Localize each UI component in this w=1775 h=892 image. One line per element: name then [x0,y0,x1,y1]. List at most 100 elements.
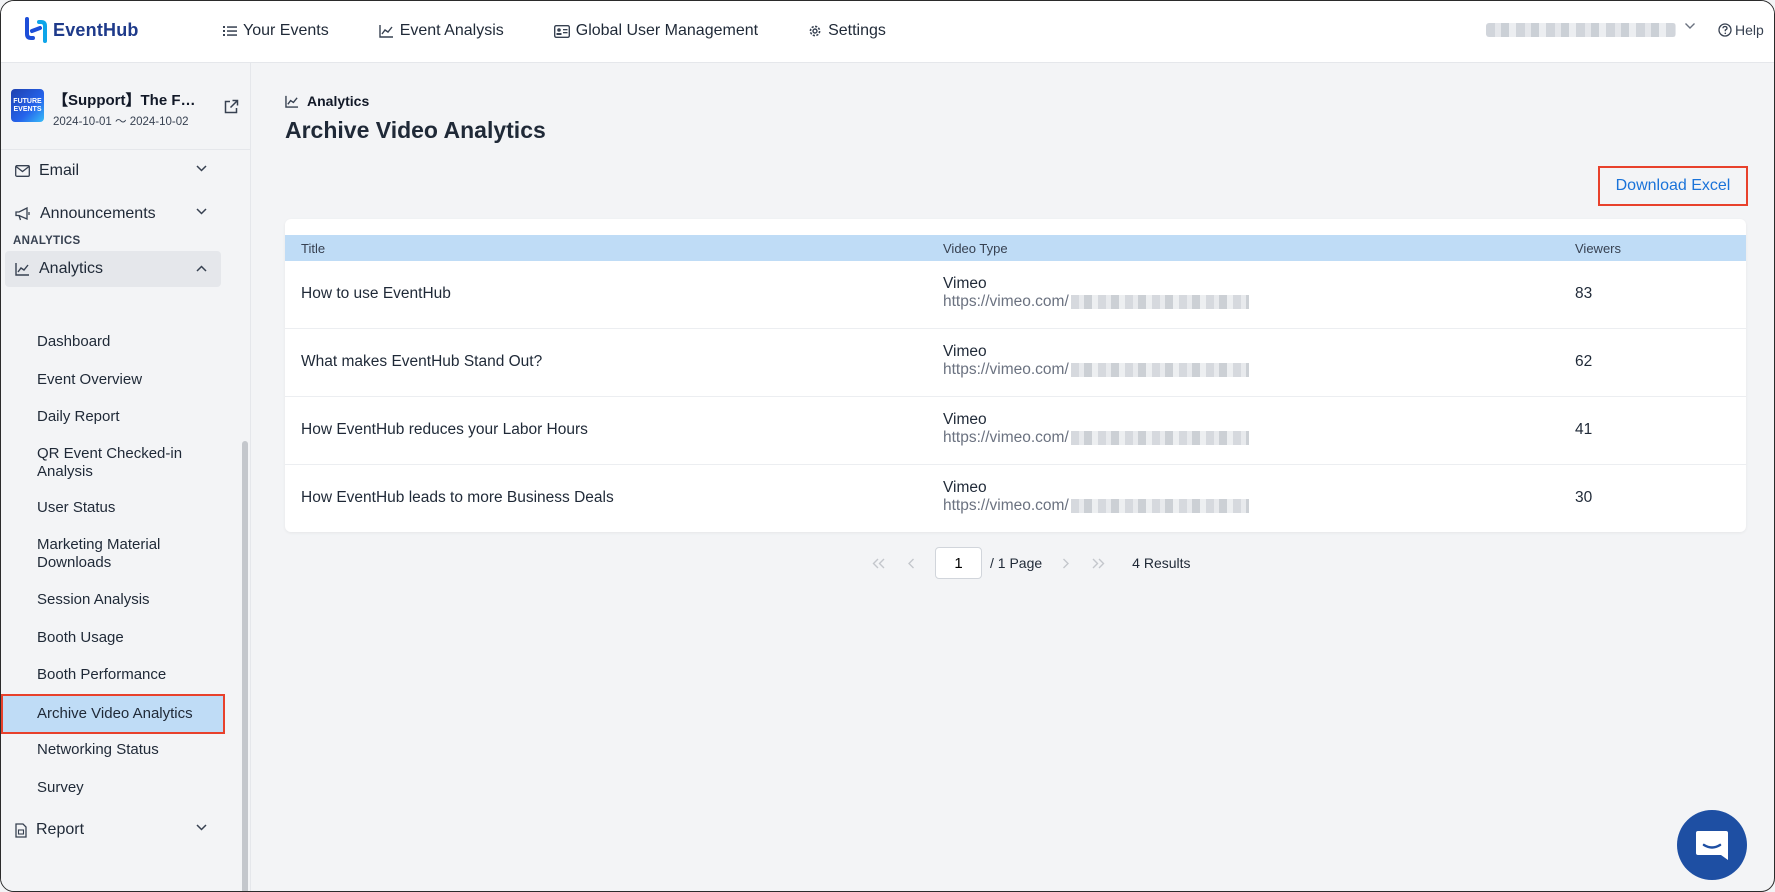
viewer-count: 41 [1575,421,1593,438]
chevron-up-icon [196,265,207,272]
nav-label: Settings [828,22,886,39]
video-url-text: https://vimeo.com/ [943,429,1069,446]
chat-icon [1696,831,1728,860]
event-name: 【Support】The F… [53,92,196,109]
video-url[interactable]: https://vimeo.com/ [943,429,1249,447]
video-title: How EventHub leads to more Business Deal… [301,489,614,506]
breadcrumb-label: Analytics [307,93,370,109]
video-type: Vimeo [943,343,987,360]
eventhub-logo-icon [23,16,49,44]
gear-icon [809,25,821,37]
sidebar-subitem-event-overview[interactable]: Event Overview [37,371,217,389]
sidebar-item-report[interactable]: Report [15,815,221,845]
chevron-down-icon [196,165,207,172]
chart-line-icon [15,263,29,276]
pagination: / 1 Page 4 Results [867,547,1191,579]
nav-label: Global User Management [575,22,759,39]
help-link[interactable]: Help [1718,22,1764,38]
prev-page-button[interactable] [899,551,923,575]
main-nav: Your Events Event Analysis Global User M… [223,1,936,61]
sidebar-subitem-booth-usage[interactable]: Booth Usage [37,629,217,647]
video-url-text: https://vimeo.com/ [943,293,1069,310]
video-title: How EventHub reduces your Labor Hours [301,421,588,438]
page-number-input[interactable] [935,547,982,579]
video-title: What makes EventHub Stand Out? [301,353,543,370]
chevron-down-icon [196,824,207,831]
page-total: / 1 Page [990,555,1043,571]
help-label: Help [1735,22,1764,38]
nav-label: Your Events [243,22,329,39]
video-id-redacted [1070,363,1249,377]
sidebar-subitem-networking-status[interactable]: Networking Status [37,741,217,759]
video-title: How to use EventHub [301,285,451,302]
result-count: 4 Results [1132,555,1191,571]
section-label-analytics: ANALYTICS [13,235,81,247]
sidebar-subitem-qr-checkin[interactable]: QR Event Checked-in Analysis [37,445,217,481]
external-link-icon[interactable] [223,99,239,115]
megaphone-icon [15,207,30,221]
sidebar-item-analytics[interactable]: Analytics [5,251,221,287]
nav-event-analysis[interactable]: Event Analysis [378,22,504,40]
video-url[interactable]: https://vimeo.com/ [943,293,1249,311]
table-row[interactable]: How to use EventHub Vimeo https://vimeo.… [285,261,1746,329]
chevron-left-icon [908,558,914,568]
sidebar-subitem-marketing-downloads[interactable]: Marketing Material Downloads [37,536,217,572]
column-header-video-type[interactable]: Video Type [943,241,1008,256]
app-window: EventHub Your Events Event Analysis Glob… [0,0,1775,892]
sidebar-subitem-daily-report[interactable]: Daily Report [37,408,217,426]
sidebar-subitem-user-status[interactable]: User Status [37,499,217,517]
viewer-count: 30 [1575,489,1593,506]
video-id-redacted [1070,295,1249,309]
viewer-count: 83 [1575,285,1593,302]
sidebar-item-label: Report [36,821,85,838]
id-card-icon [553,24,570,38]
sidebar-subitem-archive-video-analytics[interactable]: Archive Video Analytics [1,694,225,734]
table-row[interactable]: How EventHub reduces your Labor Hours Vi… [285,397,1746,465]
chart-line-icon [285,95,299,108]
chart-line-icon [378,25,393,38]
nav-label: Event Analysis [399,22,504,39]
event-dates: 2024-10-01 ～ 2024-10-02 [53,116,189,128]
sidebar-item-email[interactable]: Email [15,156,221,186]
chevron-down-icon [1685,23,1695,29]
mail-icon [15,165,30,177]
last-page-button[interactable] [1086,551,1110,575]
question-circle-icon [1718,23,1732,37]
sidebar-menu: Email Announcements ANALYTICS Analytics … [1,150,237,891]
top-bar: EventHub Your Events Event Analysis Glob… [1,1,1774,63]
chevron-down-icon [196,208,207,215]
account-menu[interactable] [1486,19,1695,41]
sidebar-subitem-booth-performance[interactable]: Booth Performance [37,666,217,684]
double-chevron-right-icon [1092,558,1105,568]
sidebar-scrollbar-thumb[interactable] [242,441,248,891]
sidebar-item-announcements[interactable]: Announcements [15,199,221,229]
first-page-button[interactable] [867,551,891,575]
list-icon [223,26,237,36]
video-url-text: https://vimeo.com/ [943,497,1069,514]
nav-global-user-management[interactable]: Global User Management [553,22,759,40]
column-header-viewers[interactable]: Viewers [1575,241,1621,256]
sidebar-item-label: Analytics [39,260,104,277]
logo[interactable]: EventHub [23,16,139,44]
nav-your-events[interactable]: Your Events [223,22,329,40]
double-chevron-left-icon [872,558,885,568]
download-excel-button[interactable]: Download Excel [1598,166,1748,206]
current-event: FUTURE EVENTS 【Support】The F… 2024-10-01… [11,89,249,129]
table-row[interactable]: How EventHub leads to more Business Deal… [285,465,1746,532]
viewer-count: 62 [1575,353,1593,370]
column-header-title[interactable]: Title [301,241,325,256]
video-url-text: https://vimeo.com/ [943,361,1069,378]
chevron-right-icon [1063,558,1070,568]
nav-settings[interactable]: Settings [808,22,886,40]
table-header: Title Video Type Viewers [285,235,1746,261]
table-row[interactable]: What makes EventHub Stand Out? Vimeo htt… [285,329,1746,397]
video-url[interactable]: https://vimeo.com/ [943,497,1249,515]
chat-support-button[interactable] [1677,810,1747,880]
next-page-button[interactable] [1054,551,1078,575]
sidebar-subitem-session-analysis[interactable]: Session Analysis [37,591,217,609]
video-url[interactable]: https://vimeo.com/ [943,361,1249,379]
video-type: Vimeo [943,479,987,496]
video-type: Vimeo [943,275,987,292]
sidebar-subitem-dashboard[interactable]: Dashboard [37,333,217,351]
sidebar-subitem-survey[interactable]: Survey [37,779,217,797]
